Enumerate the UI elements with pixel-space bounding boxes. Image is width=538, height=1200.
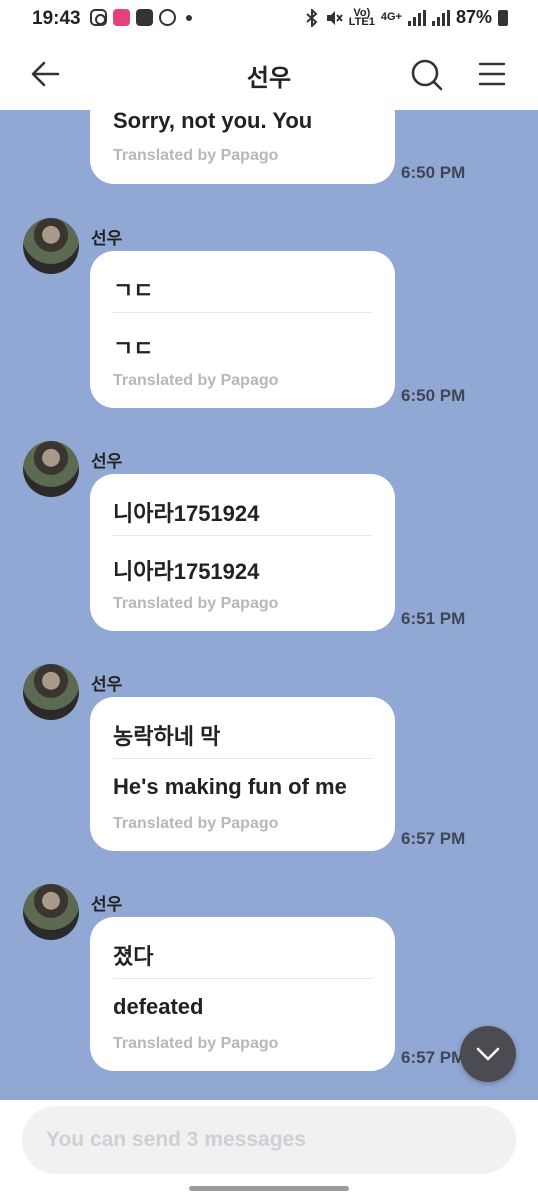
scroll-to-bottom-button[interactable] — [460, 1026, 516, 1082]
translated-by-label: Translated by Papago — [113, 372, 279, 389]
avatar[interactable] — [23, 218, 79, 274]
message-input[interactable] — [22, 1106, 516, 1174]
message-time: 6:50 PM — [401, 386, 466, 405]
translated-by-label: Translated by Papago — [113, 147, 279, 164]
message-bubble[interactable]: 농락하네 막 He's making fun of me Translated … — [90, 697, 395, 851]
message-bubble[interactable]: 졌다 defeated Translated by Papago — [90, 917, 395, 1071]
bluetooth-icon — [306, 8, 318, 27]
status-time: 19:43 — [32, 8, 81, 29]
message-bubble[interactable]: 니아라1751924 니아라1751924 Translated by Papa… — [90, 474, 395, 631]
message-translation: Sorry, not you. You — [113, 110, 313, 133]
divider — [113, 978, 372, 979]
message-time: 6:57 PM — [401, 829, 466, 848]
message-text: 니아라1751924 — [113, 501, 260, 526]
battery-percent: 87% — [455, 7, 492, 27]
menu-icon — [478, 62, 506, 86]
network-label: Vo) LTE1 — [348, 7, 375, 28]
chevron-down-icon — [476, 1047, 500, 1061]
divider — [113, 758, 372, 759]
chat-area[interactable]: Sorry, not you. You Translated by Papago… — [0, 110, 538, 1100]
notification-icons — [90, 9, 192, 26]
more-notifications-icon — [186, 14, 192, 21]
message-time: 6:50 PM — [401, 163, 466, 182]
app-notification-icon — [113, 9, 130, 26]
signal-icon-2 — [431, 9, 450, 26]
translated-by-label: Translated by Papago — [113, 595, 279, 612]
sender-name: 선우 — [91, 675, 123, 694]
divider — [113, 312, 372, 313]
sender-name: 선우 — [91, 229, 123, 248]
message-text: 졌다 — [113, 944, 154, 969]
message-text: ㄱㄷ — [113, 278, 154, 303]
avatar[interactable] — [23, 884, 79, 940]
message-bubble[interactable]: Sorry, not you. You Translated by Papago — [90, 110, 395, 184]
message-translation: 니아라1751924 — [113, 559, 260, 584]
message-translation: He's making fun of me — [113, 774, 347, 799]
system-icons: Vo) LTE1 4G+ 87% — [305, 7, 508, 28]
browser-icon — [159, 9, 176, 26]
message-time: 6:57 PM — [401, 1048, 466, 1067]
message-text: 농락하네 막 — [113, 724, 221, 749]
network-lte: LTE1 — [348, 15, 375, 28]
search-icon — [411, 59, 443, 91]
search-button[interactable] — [408, 56, 444, 92]
shopping-icon — [136, 9, 153, 26]
message-bubble[interactable]: ㄱㄷ ㄱㄷ Translated by Papago — [90, 251, 395, 408]
translated-by-label: Translated by Papago — [113, 815, 279, 832]
sender-name: 선우 — [91, 452, 123, 471]
message-translation: defeated — [113, 994, 204, 1019]
home-indicator[interactable] — [189, 1186, 349, 1191]
avatar[interactable] — [23, 664, 79, 720]
signal-icon — [407, 9, 426, 26]
message-translation: ㄱㄷ — [113, 336, 154, 361]
menu-button[interactable] — [474, 56, 510, 92]
network-4g: 4G+ — [380, 11, 402, 23]
sender-name: 선우 — [91, 895, 123, 914]
composer-bar — [0, 1100, 538, 1200]
page-title: 선우 — [246, 65, 292, 92]
translated-by-label: Translated by Papago — [113, 1035, 279, 1052]
divider — [113, 535, 372, 536]
avatar[interactable] — [23, 441, 79, 497]
chat-header: 선우 — [0, 38, 538, 110]
message-time: 6:51 PM — [401, 609, 466, 628]
instagram-icon — [90, 9, 107, 26]
battery-icon — [498, 9, 508, 26]
mute-icon — [326, 10, 343, 25]
status-bar: 19:43 Vo) LTE1 4G+ 87% — [0, 0, 538, 38]
